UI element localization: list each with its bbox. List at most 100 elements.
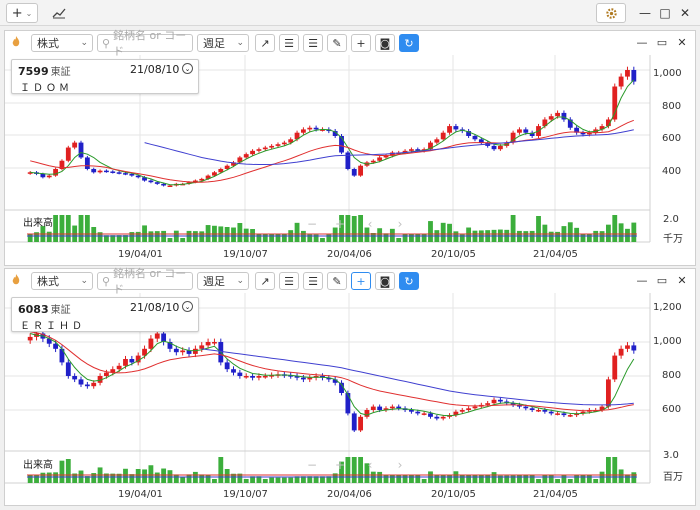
volume-bar [536, 479, 541, 483]
volume-bar [59, 460, 65, 483]
screenshot-button[interactable]: ◙ [375, 34, 395, 52]
symbol-search-input[interactable]: ⚲ 銘柄名 or コード [97, 267, 193, 296]
candle-body [351, 413, 357, 431]
y-tick-label: 600 [662, 133, 682, 144]
volume-bar [567, 222, 573, 242]
volume-bar [320, 238, 325, 242]
refresh-icon: ↻ [404, 36, 414, 50]
candle-body [440, 416, 446, 419]
candle-body [605, 379, 611, 407]
zoom-out-button[interactable]: − [299, 458, 325, 472]
market-type-select[interactable]: 株式 ⌄ [31, 272, 93, 290]
camera-icon: ◙ [379, 274, 391, 288]
candle-body [65, 362, 71, 376]
y-tick-label: 1,200 [653, 302, 682, 313]
volume-bar [269, 233, 275, 242]
trendline-tool-button[interactable]: ↗ [255, 272, 275, 290]
symbol-search-input[interactable]: ⚲ 銘柄名 or コード [97, 29, 193, 58]
volume-bar [491, 472, 497, 483]
candle-body [148, 180, 154, 183]
panel-close-button[interactable]: ✕ [675, 273, 689, 287]
candle-body [625, 345, 630, 349]
volume-bar [154, 472, 160, 483]
window-maximize-button[interactable]: □ [657, 5, 673, 21]
refresh-button[interactable]: ↻ [399, 34, 419, 52]
volume-bar [199, 474, 205, 483]
crosshair-tool-button[interactable]: + [351, 272, 371, 290]
scroll-right-button[interactable]: › [387, 458, 413, 472]
candle-body [148, 338, 154, 349]
align-left-tool-button[interactable]: ☰ [279, 272, 299, 290]
volume-bar [53, 472, 59, 483]
add-chart-button[interactable]: + ⌄ [6, 3, 38, 23]
pencil-tool-button[interactable]: ✎ [327, 272, 347, 290]
chevron-down-icon[interactable]: ⌄ [182, 301, 193, 312]
symbol-code: 7599 [18, 65, 49, 78]
exchange-label: 東証 [50, 305, 71, 316]
candle-body [491, 145, 497, 150]
candle-body [180, 350, 186, 353]
align-right-tool-button[interactable]: ☰ [303, 34, 323, 52]
panel-close-button[interactable]: ✕ [675, 35, 689, 49]
candle-body [567, 415, 573, 417]
crosshair-tool-button[interactable]: + [351, 34, 371, 52]
volume-bar [243, 479, 249, 483]
scroll-right-button[interactable]: › [387, 217, 413, 231]
candle-body [358, 416, 364, 431]
symbol-info-box: 7599 東証 21/08/10 ⌄ ＩＤＯＭ [11, 59, 199, 94]
window-close-button[interactable]: ✕ [677, 5, 693, 21]
candle-body [440, 132, 446, 140]
volume-bar [27, 233, 33, 242]
volume-bar [453, 231, 459, 242]
candle-body [154, 182, 160, 184]
volume-bar [440, 475, 446, 483]
gear-icon[interactable] [596, 3, 626, 23]
candle-body [345, 393, 351, 414]
candle-body [205, 342, 211, 346]
candle-body [84, 384, 90, 387]
market-type-select[interactable]: 株式 ⌄ [31, 34, 93, 52]
period-select[interactable]: 週足 ⌄ [197, 34, 249, 52]
volume-bar [466, 475, 472, 483]
refresh-button[interactable]: ↻ [399, 272, 419, 290]
volume-unit-label: 千万 [663, 234, 683, 245]
candle-body [536, 410, 541, 412]
zoom-in-button[interactable]: + [327, 217, 353, 231]
ma-short-line [30, 79, 635, 186]
volume-bar [409, 475, 414, 483]
chevron-down-icon: ⌄ [236, 276, 244, 286]
volume-bar [459, 475, 465, 483]
panel-maximize-button[interactable]: ▭ [655, 35, 669, 49]
screenshot-button[interactable]: ◙ [375, 272, 395, 290]
panel-minimize-button[interactable]: — [635, 35, 649, 49]
zoom-out-button[interactable]: − [299, 217, 325, 231]
volume-bar [466, 227, 472, 242]
align-right-tool-button[interactable]: ☰ [303, 272, 323, 290]
panel-maximize-button[interactable]: ▭ [655, 273, 669, 287]
candle-body [97, 170, 103, 173]
scroll-left-button[interactable]: ‹ [357, 458, 383, 472]
zoom-in-button[interactable]: + [327, 458, 353, 472]
period-select[interactable]: 週足 ⌄ [197, 272, 249, 290]
volume-bar [612, 215, 618, 242]
trend-icon[interactable] [44, 3, 74, 23]
volume-bar [288, 477, 294, 483]
window-minimize-button[interactable]: — [637, 5, 653, 21]
candle-body [497, 145, 503, 150]
volume-bar [173, 474, 179, 483]
pencil-tool-button[interactable]: ✎ [327, 34, 347, 52]
panel-minimize-button[interactable]: — [635, 273, 649, 287]
x-tick-label: 20/04/06 [327, 249, 372, 260]
volume-bar [447, 475, 452, 483]
volume-bar [154, 231, 160, 242]
align-left-tool-button[interactable]: ☰ [279, 34, 299, 52]
trendline-tool-button[interactable]: ↗ [255, 34, 275, 52]
hot-logo-icon [9, 35, 23, 52]
candle-body [409, 149, 414, 151]
volume-bar [237, 223, 243, 242]
volume-bar [123, 468, 128, 483]
candle-body [453, 126, 459, 130]
chevron-down-icon[interactable]: ⌄ [182, 63, 193, 74]
scroll-left-button[interactable]: ‹ [357, 217, 383, 231]
volume-bar [612, 457, 618, 483]
